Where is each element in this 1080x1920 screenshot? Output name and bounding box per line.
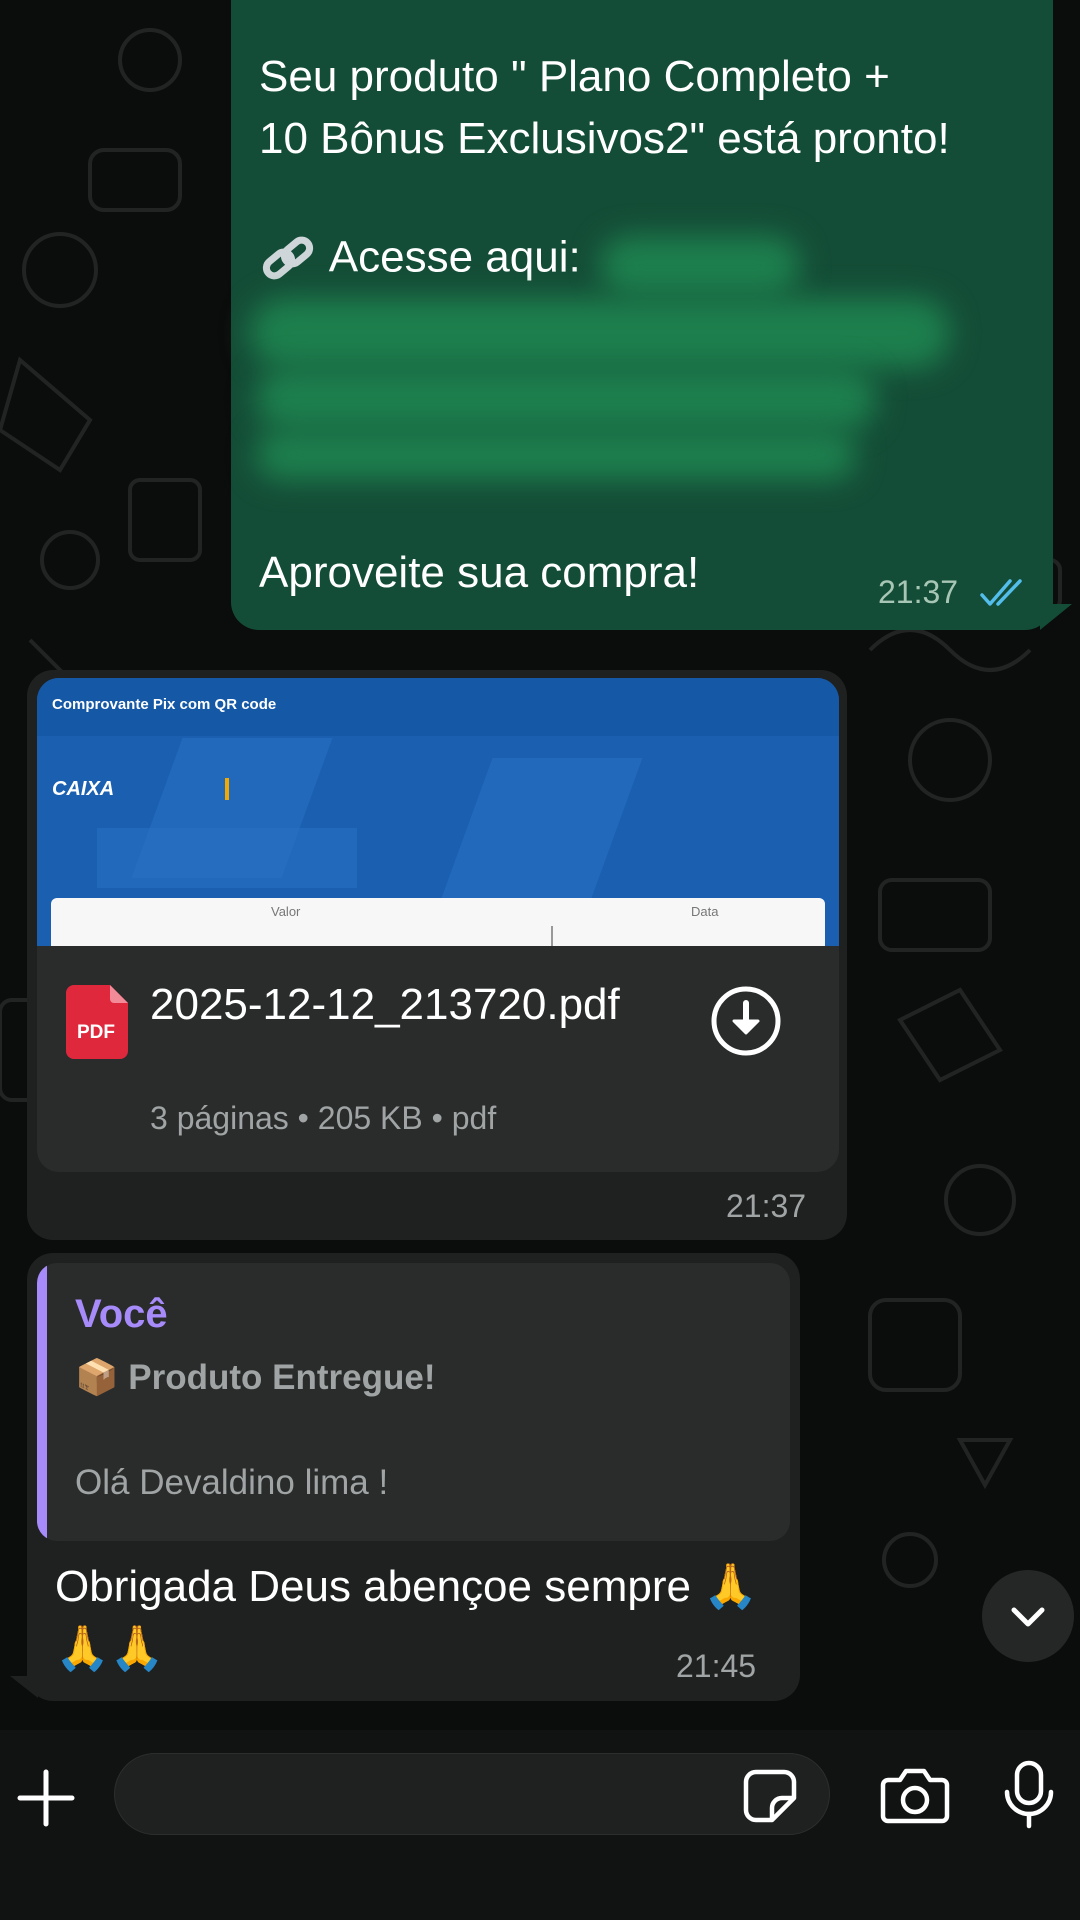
- outgoing-line-2: 10 Bônus Exclusivos2" está pronto!: [259, 114, 950, 163]
- redacted-link-blur: [256, 430, 856, 480]
- outgoing-bubble-tail: [1040, 604, 1072, 630]
- preview-background-shape: [441, 758, 643, 898]
- access-link-row[interactable]: Acesse aqui:: [259, 232, 581, 288]
- preview-label-date: Data: [691, 904, 719, 919]
- preview-card-divider: [551, 926, 553, 946]
- preview-title: Comprovante Pix com QR code: [52, 696, 277, 713]
- redacted-link-blur: [256, 368, 876, 430]
- link-icon: [262, 236, 314, 280]
- quoted-author: Você: [75, 1292, 168, 1336]
- document-meta: 3 páginas • 205 KB • pdf: [150, 1100, 497, 1136]
- quote-accent-bar: [37, 1263, 47, 1541]
- sticker-icon[interactable]: [742, 1768, 798, 1824]
- quoted-body: Olá Devaldino lima !: [75, 1463, 389, 1502]
- scroll-to-bottom-button[interactable]: [982, 1570, 1074, 1662]
- message-input[interactable]: [114, 1753, 830, 1835]
- document-timestamp: 21:37: [726, 1188, 807, 1224]
- download-icon[interactable]: [710, 985, 782, 1057]
- outgoing-line-1: Seu produto " Plano Completo +: [259, 52, 890, 101]
- preview-label-value: Valor: [271, 904, 301, 919]
- chevron-down-icon: [1011, 1607, 1045, 1627]
- preview-bank-logo: CAIXA: [52, 778, 115, 800]
- preview-background-shape: [97, 828, 357, 888]
- quoted-title: 📦 Produto Entregue!: [75, 1358, 436, 1397]
- chat-area[interactable]: Seu produto " Plano Completo + 10 Bônus …: [0, 0, 1080, 1730]
- pdf-file-icon: PDF: [66, 985, 128, 1059]
- incoming-bubble-tail: [10, 1676, 38, 1698]
- outgoing-footer-text: Aproveite sua compra!: [259, 548, 700, 597]
- reply-timestamp: 21:45: [676, 1648, 757, 1684]
- read-ticks-icon: [980, 579, 1022, 606]
- access-link-label[interactable]: Acesse aqui:: [329, 233, 581, 282]
- document-file-name: 2025-12-12_213720.pdf: [150, 980, 620, 1029]
- outgoing-timestamp: 21:37: [878, 574, 959, 610]
- camera-icon[interactable]: [880, 1766, 950, 1824]
- pdf-icon-label: PDF: [77, 1022, 115, 1043]
- preview-accent-mark: [225, 778, 229, 800]
- plus-icon[interactable]: [14, 1766, 78, 1830]
- preview-value-card: Valor Data: [51, 898, 825, 946]
- microphone-icon[interactable]: [1000, 1760, 1058, 1830]
- outgoing-message-text: Seu produto " Plano Completo + 10 Bônus …: [259, 46, 1039, 170]
- document-preview[interactable]: Comprovante Pix com QR code CAIXA Valor …: [37, 678, 839, 946]
- reply-message-text: Obrigada Deus abençoe sempre 🙏🙏🙏: [55, 1562, 758, 1673]
- redacted-link-blur: [600, 236, 800, 296]
- redacted-link-blur: [250, 298, 950, 368]
